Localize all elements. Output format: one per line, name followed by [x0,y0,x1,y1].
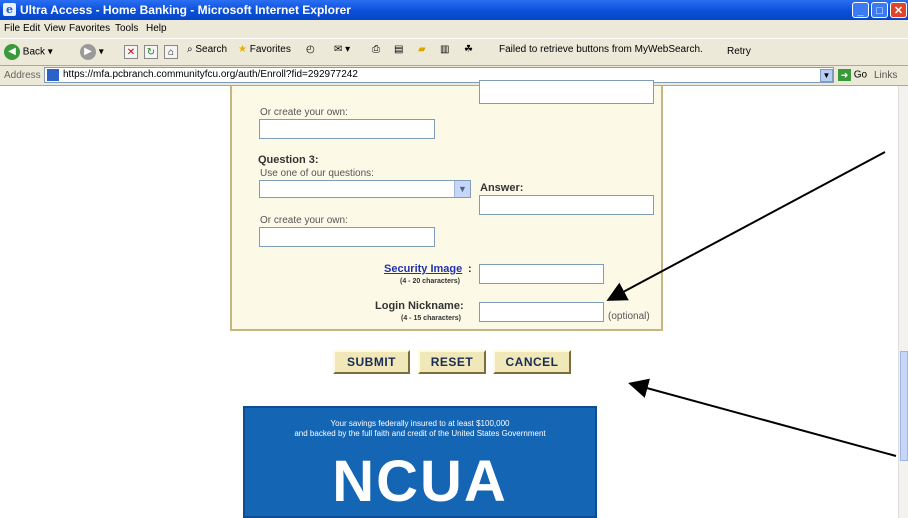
favorites-button[interactable]: ★ Favorites [238,44,291,55]
address-dropdown-icon[interactable]: ▼ [820,69,833,82]
scrollbar-thumb[interactable] [900,351,908,461]
search-button[interactable]: ⌕ Search [187,44,227,55]
arrow-to-buttons [628,378,897,457]
forward-arrow-icon: ▶ [80,44,96,60]
favorites-star-icon: ★ [238,44,247,55]
menu-help[interactable]: Help [146,23,167,34]
menu-file[interactable]: File [4,23,20,34]
retry-button[interactable]: Retry [722,43,756,61]
stop-icon[interactable]: ✕ [124,45,138,59]
close-button[interactable]: ✕ [890,2,907,18]
address-bar: Address https://mfa.pcbranch.communityfc… [0,66,908,86]
refresh-icon[interactable]: ↻ [144,45,158,59]
folder-icon[interactable]: ▰ [418,44,426,55]
menu-tools[interactable]: Tools [115,23,138,34]
minimize-button[interactable]: _ [852,2,869,18]
history-icon[interactable]: ◴ [306,44,315,55]
back-button[interactable]: ◀ Back ▾ [4,44,53,60]
messenger-icon[interactable]: ☘ [464,44,473,55]
research-icon[interactable]: ▥ [440,44,449,55]
go-arrow-icon: ➜ [838,69,851,81]
address-label: Address [4,70,41,81]
menu-edit[interactable]: Edit [23,23,40,34]
links-button[interactable]: Links [874,70,897,81]
edit-icon[interactable]: ▤ [394,44,403,55]
favorites-label: Favorites [249,44,291,55]
toolbar: ◀ Back ▾ ▶ ▾ ✕ ↻ ⌂ ⌕ Search ★ Favorites … [0,38,908,66]
menu-view[interactable]: View [44,23,66,34]
title-bar: e Ultra Access - Home Banking - Microsof… [0,0,908,20]
go-label: Go [853,69,868,81]
page-content: Or create your own: Question 3: Use one … [0,80,908,518]
mail-icon[interactable]: ✉ ▾ [334,44,350,55]
address-input[interactable]: https://mfa.pcbranch.communityfcu.org/au… [44,67,834,83]
maximize-button[interactable]: □ [871,2,888,18]
page-icon [47,69,59,81]
back-arrow-icon: ◀ [4,44,20,60]
ie-icon: e [3,3,16,16]
home-icon[interactable]: ⌂ [164,45,178,59]
back-label: Back [22,46,46,58]
go-button[interactable]: ➜ Go [838,69,867,81]
annotation-arrows [606,151,897,457]
menu-favorites[interactable]: Favorites [69,23,110,34]
forward-button[interactable]: ▶ ▾ [80,44,104,60]
print-icon[interactable]: ⎙ [372,44,380,55]
arrow-to-nickname [606,151,886,301]
search-icon: ⌕ [187,44,193,55]
mywebsearch-status: Failed to retrieve buttons from MyWebSea… [499,44,703,55]
address-url: https://mfa.pcbranch.communityfcu.org/au… [63,69,358,80]
menu-bar: File Edit View Favorites Tools Help [0,20,908,38]
vertical-scrollbar[interactable] [898,86,908,518]
search-label: Search [195,44,228,55]
window-title: Ultra Access - Home Banking - Microsoft … [20,3,351,17]
